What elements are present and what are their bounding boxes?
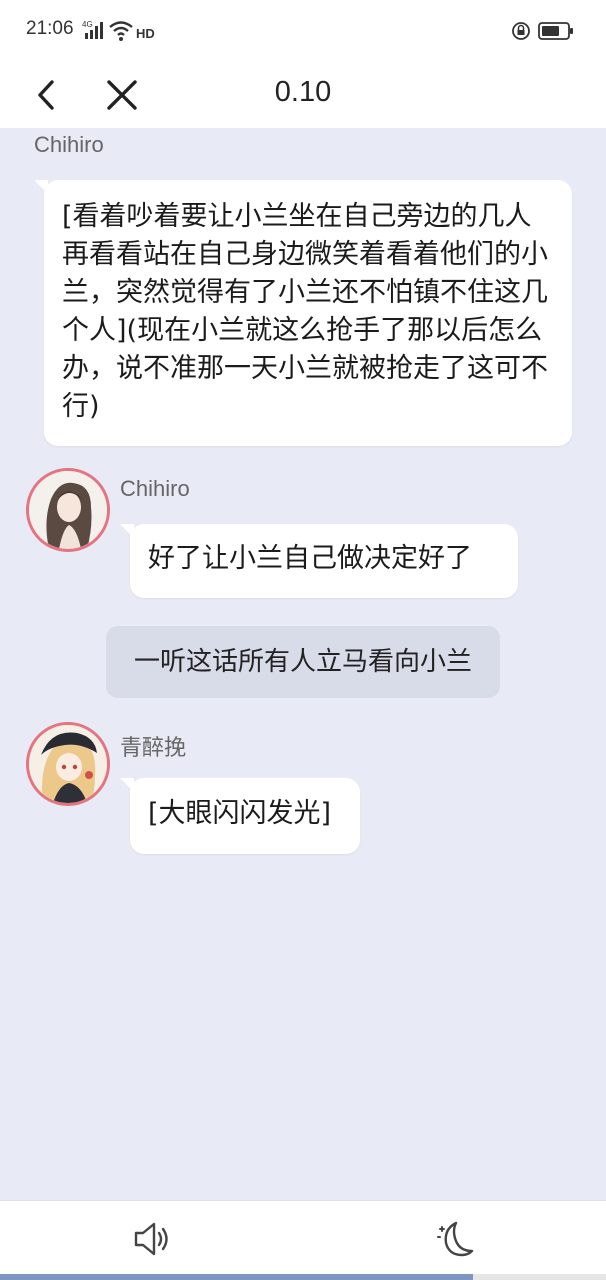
page-title: 0.10 (274, 76, 332, 108)
character-portrait-icon (29, 471, 107, 549)
message-bubble: [看着吵着要让小兰坐在自己旁边的几人再看看站在自己身边微笑着看着他们的小兰，突然… (34, 180, 572, 446)
battery-icon (538, 22, 573, 40)
lock-icon (512, 22, 530, 40)
message-text: [大眼闪闪发光] (148, 798, 332, 829)
night-mode-button[interactable] (432, 1215, 476, 1263)
message-bubble: 好了让小兰自己做决定好了 (120, 524, 518, 598)
chat-area[interactable]: Chihiro [看着吵着要让小兰坐在自己旁边的几人再看看站在自己身边微笑着看着… (0, 128, 606, 1200)
network-indicators: 4G HD (82, 18, 162, 42)
speaker-name: Chihiro (34, 132, 104, 157)
message-bubble: [大眼闪闪发光] (120, 778, 360, 854)
signal-icon: 4G HD (82, 20, 155, 41)
wifi-icon (109, 21, 133, 41)
reader-header: 0.10 (0, 60, 606, 128)
status-time: 21:06 (26, 18, 74, 39)
status-bar: 21:06 4G HD (0, 0, 606, 60)
speaker-name: Chihiro (120, 476, 190, 501)
character-portrait-icon (29, 725, 107, 803)
status-right (512, 20, 582, 42)
night-mode-icon (437, 1221, 474, 1257)
avatar[interactable] (26, 468, 110, 552)
message-text: 好了让小兰自己做决定好了 (148, 543, 472, 574)
reading-progress-fill (0, 1274, 473, 1280)
network-label: 4G (82, 20, 93, 29)
sound-button[interactable] (130, 1217, 174, 1261)
message-text: [看着吵着要让小兰坐在自己旁边的几人再看看站在自己身边微笑着看着他们的小兰，突然… (62, 201, 548, 422)
sound-icon (134, 1222, 168, 1256)
speaker-name: 青醉挽 (120, 735, 187, 760)
avatar[interactable] (26, 722, 110, 806)
reading-progress-bar[interactable] (0, 1274, 606, 1280)
narration-text: 一听这话所有人立马看向小兰 (106, 626, 500, 698)
hd-label: HD (136, 26, 155, 41)
bottom-toolbar (0, 1200, 606, 1280)
